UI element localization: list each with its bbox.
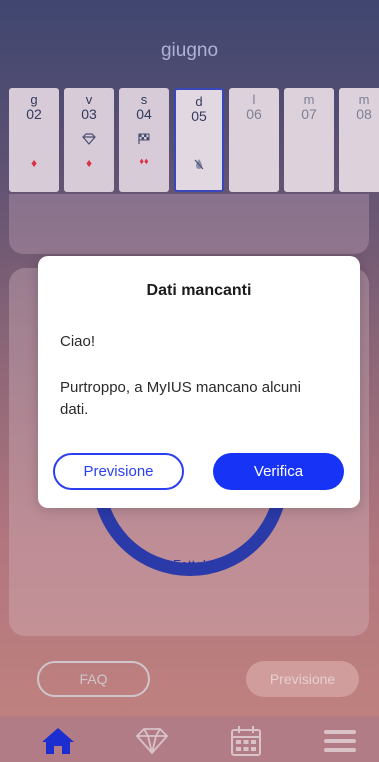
- verify-button[interactable]: Verifica: [213, 453, 344, 490]
- app-screen: giugno g 02 ♦ v 03 ♦ s 04 ♦♦ d 05 l 06 m…: [0, 0, 379, 762]
- dialog-message: Purtroppo, a MyIUS mancano alcuni dati.: [60, 379, 301, 418]
- dialog-greeting: Ciao!: [60, 333, 96, 350]
- missing-data-dialog: Dati mancanti Ciao! Purtroppo, a MyIUS m…: [38, 256, 360, 508]
- dialog-title: Dati mancanti: [146, 282, 252, 299]
- forecast-dialog-button[interactable]: Previsione: [53, 453, 184, 490]
